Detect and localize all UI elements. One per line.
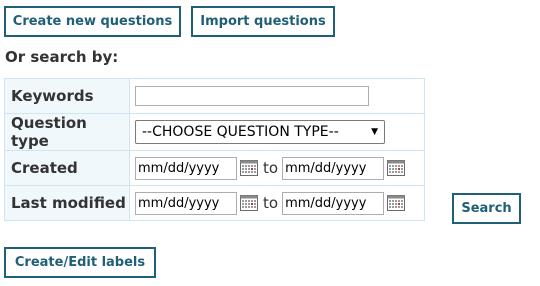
question-type-label: Question type [4, 113, 130, 151]
search-button[interactable]: Search [452, 193, 521, 224]
calendar-icon[interactable] [240, 160, 258, 176]
created-label: Created [4, 150, 130, 186]
question-type-cell: --CHOOSE QUESTION TYPE-- ▼ [129, 113, 425, 151]
created-to-label: to [263, 159, 279, 177]
search-form-table: Keywords Question type --CHOOSE QUESTION… [4, 78, 425, 221]
question-type-row: Question type --CHOOSE QUESTION TYPE-- ▼ [4, 113, 425, 151]
last-modified-label: Last modified [4, 185, 130, 221]
last-modified-to-input[interactable] [282, 191, 385, 215]
question-type-selected-value: --CHOOSE QUESTION TYPE-- [142, 124, 339, 140]
create-edit-labels-button[interactable]: Create/Edit labels [4, 247, 156, 278]
chevron-down-icon: ▼ [371, 127, 378, 137]
created-cell: to [129, 150, 425, 186]
search-heading: Or search by: [5, 48, 119, 66]
import-questions-button[interactable]: Import questions [191, 6, 335, 37]
calendar-icon[interactable] [240, 195, 258, 211]
calendar-icon[interactable] [387, 195, 406, 211]
last-modified-row: Last modified to [4, 185, 425, 221]
question-type-select[interactable]: --CHOOSE QUESTION TYPE-- ▼ [135, 120, 385, 144]
keywords-cell [129, 78, 425, 114]
created-to-input[interactable] [282, 156, 385, 180]
keywords-input[interactable] [135, 86, 369, 106]
keywords-label: Keywords [4, 78, 130, 114]
last-modified-to-label: to [263, 194, 279, 212]
keywords-row: Keywords [4, 78, 425, 114]
last-modified-cell: to [129, 185, 425, 221]
last-modified-from-input[interactable] [135, 191, 237, 215]
created-from-input[interactable] [135, 156, 237, 180]
create-new-questions-button[interactable]: Create new questions [4, 6, 181, 37]
created-row: Created to [4, 150, 425, 186]
calendar-icon[interactable] [387, 160, 406, 176]
